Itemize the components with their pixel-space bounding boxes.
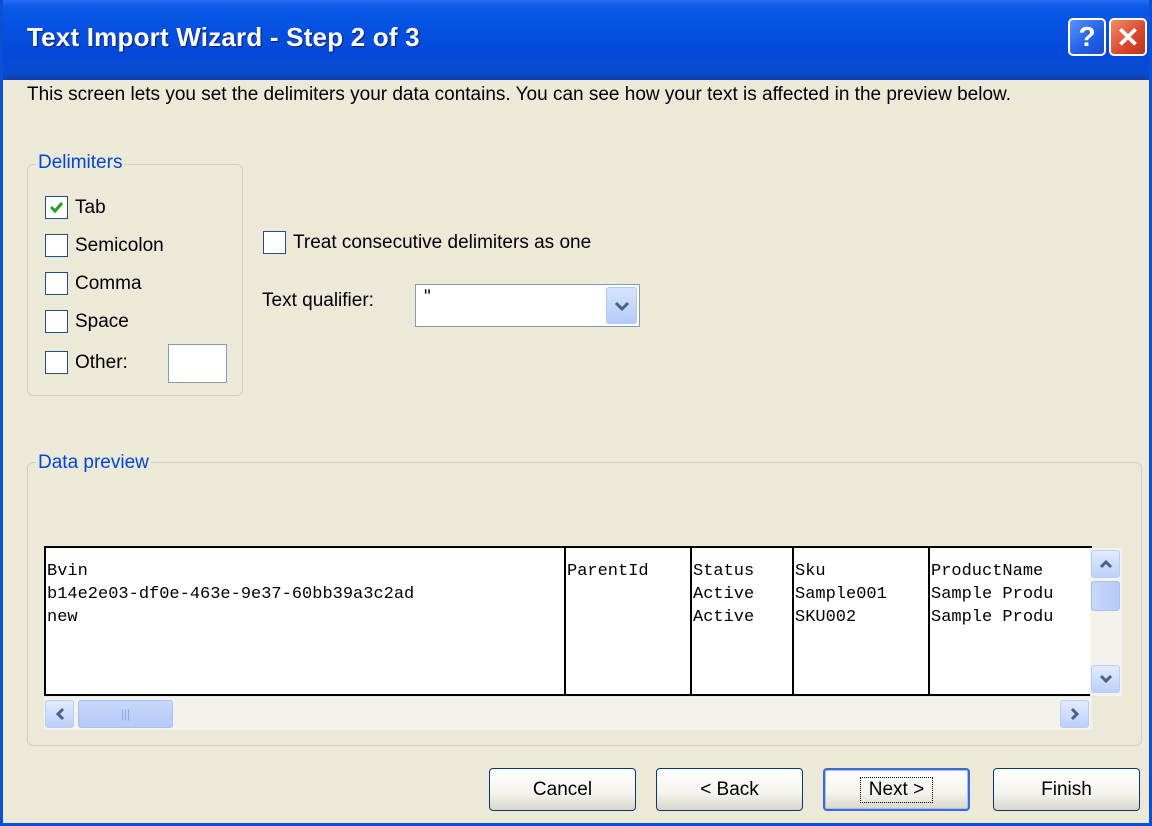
checkmark-icon	[49, 202, 64, 214]
cell: Sample Produ	[931, 585, 1054, 604]
back-button[interactable]: < Back	[656, 768, 803, 811]
column-header: ParentId	[567, 562, 649, 581]
dropdown-button[interactable]	[606, 287, 637, 324]
finish-button[interactable]: Finish	[993, 768, 1140, 811]
vertical-scroll-thumb[interactable]	[1091, 581, 1120, 611]
title-bar[interactable]: Text Import Wizard - Step 2 of 3 ? ✕	[3, 0, 1149, 80]
cell: Active	[693, 585, 755, 604]
cancel-label: Cancel	[532, 778, 593, 800]
preview-column-productname[interactable]: ProductName Sample Produ Sample Produ	[930, 548, 1090, 694]
text-qualifier-value: "	[424, 287, 431, 308]
checkbox-box[interactable]	[45, 310, 68, 333]
finish-label: Finish	[1041, 778, 1092, 800]
help-button[interactable]: ?	[1068, 18, 1106, 56]
next-label: Next >	[859, 776, 934, 803]
close-button[interactable]: ✕	[1109, 18, 1147, 56]
window-title: Text Import Wizard - Step 2 of 3	[27, 22, 420, 52]
semicolon-checkbox[interactable]: Semicolon	[45, 234, 164, 257]
column-header: Bvin	[47, 562, 88, 581]
delimiters-legend: Delimiters	[36, 152, 125, 174]
horizontal-scroll-thumb[interactable]: |||	[78, 700, 173, 728]
chevron-down-icon	[614, 301, 629, 311]
checkbox-box[interactable]	[45, 351, 68, 374]
scroll-up-button[interactable]	[1091, 550, 1120, 578]
column-header: ProductName	[931, 562, 1044, 581]
checkbox-box[interactable]	[45, 196, 68, 219]
space-label: Space	[75, 310, 129, 332]
space-checkbox[interactable]: Space	[45, 310, 129, 333]
scroll-down-button[interactable]	[1091, 665, 1120, 693]
scroll-left-button[interactable]	[45, 700, 74, 728]
data-preview-grid[interactable]: Bvin b14e2e03-df0e-463e-9e37-60bb39a3c2a…	[44, 546, 1092, 696]
tab-label: Tab	[75, 196, 106, 218]
close-icon: ✕	[1116, 21, 1140, 53]
preview-column-status[interactable]: Status Active Active	[692, 548, 794, 694]
cell: b14e2e03-df0e-463e-9e37-60bb39a3c2ad	[47, 585, 415, 604]
other-checkbox[interactable]: Other:	[45, 351, 128, 374]
back-label: < Back	[700, 778, 759, 800]
scroll-right-button[interactable]	[1060, 700, 1089, 728]
preview-column-parentid[interactable]: ParentId	[566, 548, 692, 694]
other-delimiter-input[interactable]	[168, 344, 227, 383]
cell: new	[47, 608, 78, 627]
checkbox-box[interactable]	[263, 231, 286, 254]
tab-checkbox[interactable]: Tab	[45, 196, 106, 219]
horizontal-scrollbar[interactable]	[44, 697, 1092, 730]
consecutive-delimiters-checkbox[interactable]: Treat consecutive delimiters as one	[263, 231, 591, 254]
data-preview-legend: Data preview	[36, 452, 151, 474]
checkbox-box[interactable]	[45, 234, 68, 257]
comma-checkbox[interactable]: Comma	[45, 272, 142, 295]
cancel-button[interactable]: Cancel	[489, 768, 636, 811]
semicolon-label: Semicolon	[75, 234, 164, 256]
preview-column-bvin[interactable]: Bvin b14e2e03-df0e-463e-9e37-60bb39a3c2a…	[46, 548, 566, 694]
preview-column-sku[interactable]: Sku Sample001 SKU002	[794, 548, 930, 694]
cell: Active	[693, 608, 755, 627]
cell: SKU002	[795, 608, 857, 627]
instructions-text: This screen lets you set the delimiters …	[27, 84, 1011, 105]
cell: Sample Produ	[931, 608, 1054, 627]
help-icon: ?	[1078, 21, 1096, 52]
column-header: Sku	[795, 562, 826, 581]
column-header: Status	[693, 562, 755, 581]
text-qualifier-label: Text qualifier:	[262, 290, 374, 311]
consecutive-label: Treat consecutive delimiters as one	[293, 231, 592, 253]
chevron-right-icon	[1070, 707, 1079, 721]
text-qualifier-select[interactable]: "	[415, 284, 640, 327]
chevron-down-icon	[1099, 674, 1112, 684]
chevron-up-icon	[1099, 559, 1112, 569]
next-button[interactable]: Next >	[823, 768, 970, 811]
chevron-left-icon	[55, 707, 64, 721]
text-import-wizard-dialog: Text Import Wizard - Step 2 of 3 ? ✕ Thi…	[0, 0, 1152, 826]
cell: Sample001	[795, 585, 887, 604]
checkbox-box[interactable]	[45, 272, 68, 295]
comma-label: Comma	[75, 272, 142, 294]
other-label: Other:	[75, 351, 128, 373]
